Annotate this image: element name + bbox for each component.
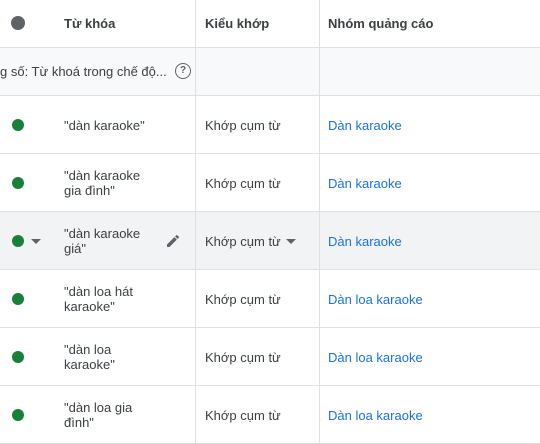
ad-group-column-header[interactable]: Nhóm quảng cáo [328, 16, 433, 31]
ad-group-link[interactable]: Dàn karaoke [328, 234, 402, 249]
ad-group-link[interactable]: Dàn karaoke [328, 176, 402, 191]
match-type-text: Khớp cụm từ [205, 408, 281, 423]
match-type-text: Khớp cụm từ [205, 118, 281, 133]
pencil-icon[interactable] [165, 233, 181, 249]
table-header: Từ khóa Kiểu khớp Nhóm quảng cáo [0, 0, 540, 48]
keyword-text: "dàn loa karaoke" [64, 342, 115, 372]
ad-group-link[interactable]: Dàn loa karaoke [328, 292, 423, 307]
table-row[interactable]: "dàn loa gia đình" Khớp cụm từ Dàn loa k… [0, 386, 540, 444]
filter-row: g số: Từ khoá trong chế độ... ? [0, 48, 540, 96]
column-divider [319, 0, 320, 444]
green-dot-icon[interactable] [12, 119, 24, 131]
filter-text: g số: Từ khoá trong chế độ... [0, 64, 167, 79]
keyword-text: "dàn loa gia đình" [64, 400, 133, 430]
table-row[interactable]: "dàn karaoke giá" Khớp cụm từ Dàn karaok… [0, 212, 540, 270]
keyword-text: "dàn karaoke gia đình" [64, 168, 141, 198]
green-dot-icon[interactable] [12, 293, 24, 305]
keywords-table: Từ khóa Kiểu khớp Nhóm quảng cáo g số: T… [0, 0, 540, 444]
match-type-text: Khớp cụm từ [205, 292, 281, 307]
ad-group-link[interactable]: Dàn loa karaoke [328, 350, 423, 365]
match-type-text[interactable]: Khớp cụm từ [205, 234, 281, 249]
caret-down-icon[interactable] [31, 239, 41, 244]
table-row[interactable]: "dàn karaoke gia đình" Khớp cụm từ Dàn k… [0, 154, 540, 212]
match-type-text: Khớp cụm từ [205, 176, 281, 191]
status-dot-icon[interactable] [11, 16, 25, 30]
caret-down-icon[interactable] [286, 239, 296, 244]
match-type-column-header[interactable]: Kiểu khớp [205, 16, 269, 31]
match-type-text: Khớp cụm từ [205, 350, 281, 365]
table-row[interactable]: "dàn loa karaoke" Khớp cụm từ Dàn loa ka… [0, 328, 540, 386]
keyword-column-header[interactable]: Từ khóa [64, 16, 115, 31]
column-divider [195, 0, 196, 444]
green-dot-icon[interactable] [12, 177, 24, 189]
keyword-text: "dàn karaoke" [64, 118, 145, 133]
green-dot-icon[interactable] [12, 409, 24, 421]
ad-group-link[interactable]: Dàn karaoke [328, 118, 402, 133]
keyword-text: "dàn loa hát karaoke" [64, 284, 133, 314]
ad-group-link[interactable]: Dàn loa karaoke [328, 408, 423, 423]
green-dot-icon[interactable] [12, 235, 24, 247]
table-row[interactable]: "dàn karaoke" Khớp cụm từ Dàn karaoke [0, 96, 540, 154]
green-dot-icon[interactable] [12, 351, 24, 363]
help-circle-icon[interactable]: ? [175, 63, 191, 79]
keyword-text: "dàn karaoke giá" [64, 226, 141, 256]
table-row[interactable]: "dàn loa hát karaoke" Khớp cụm từ Dàn lo… [0, 270, 540, 328]
